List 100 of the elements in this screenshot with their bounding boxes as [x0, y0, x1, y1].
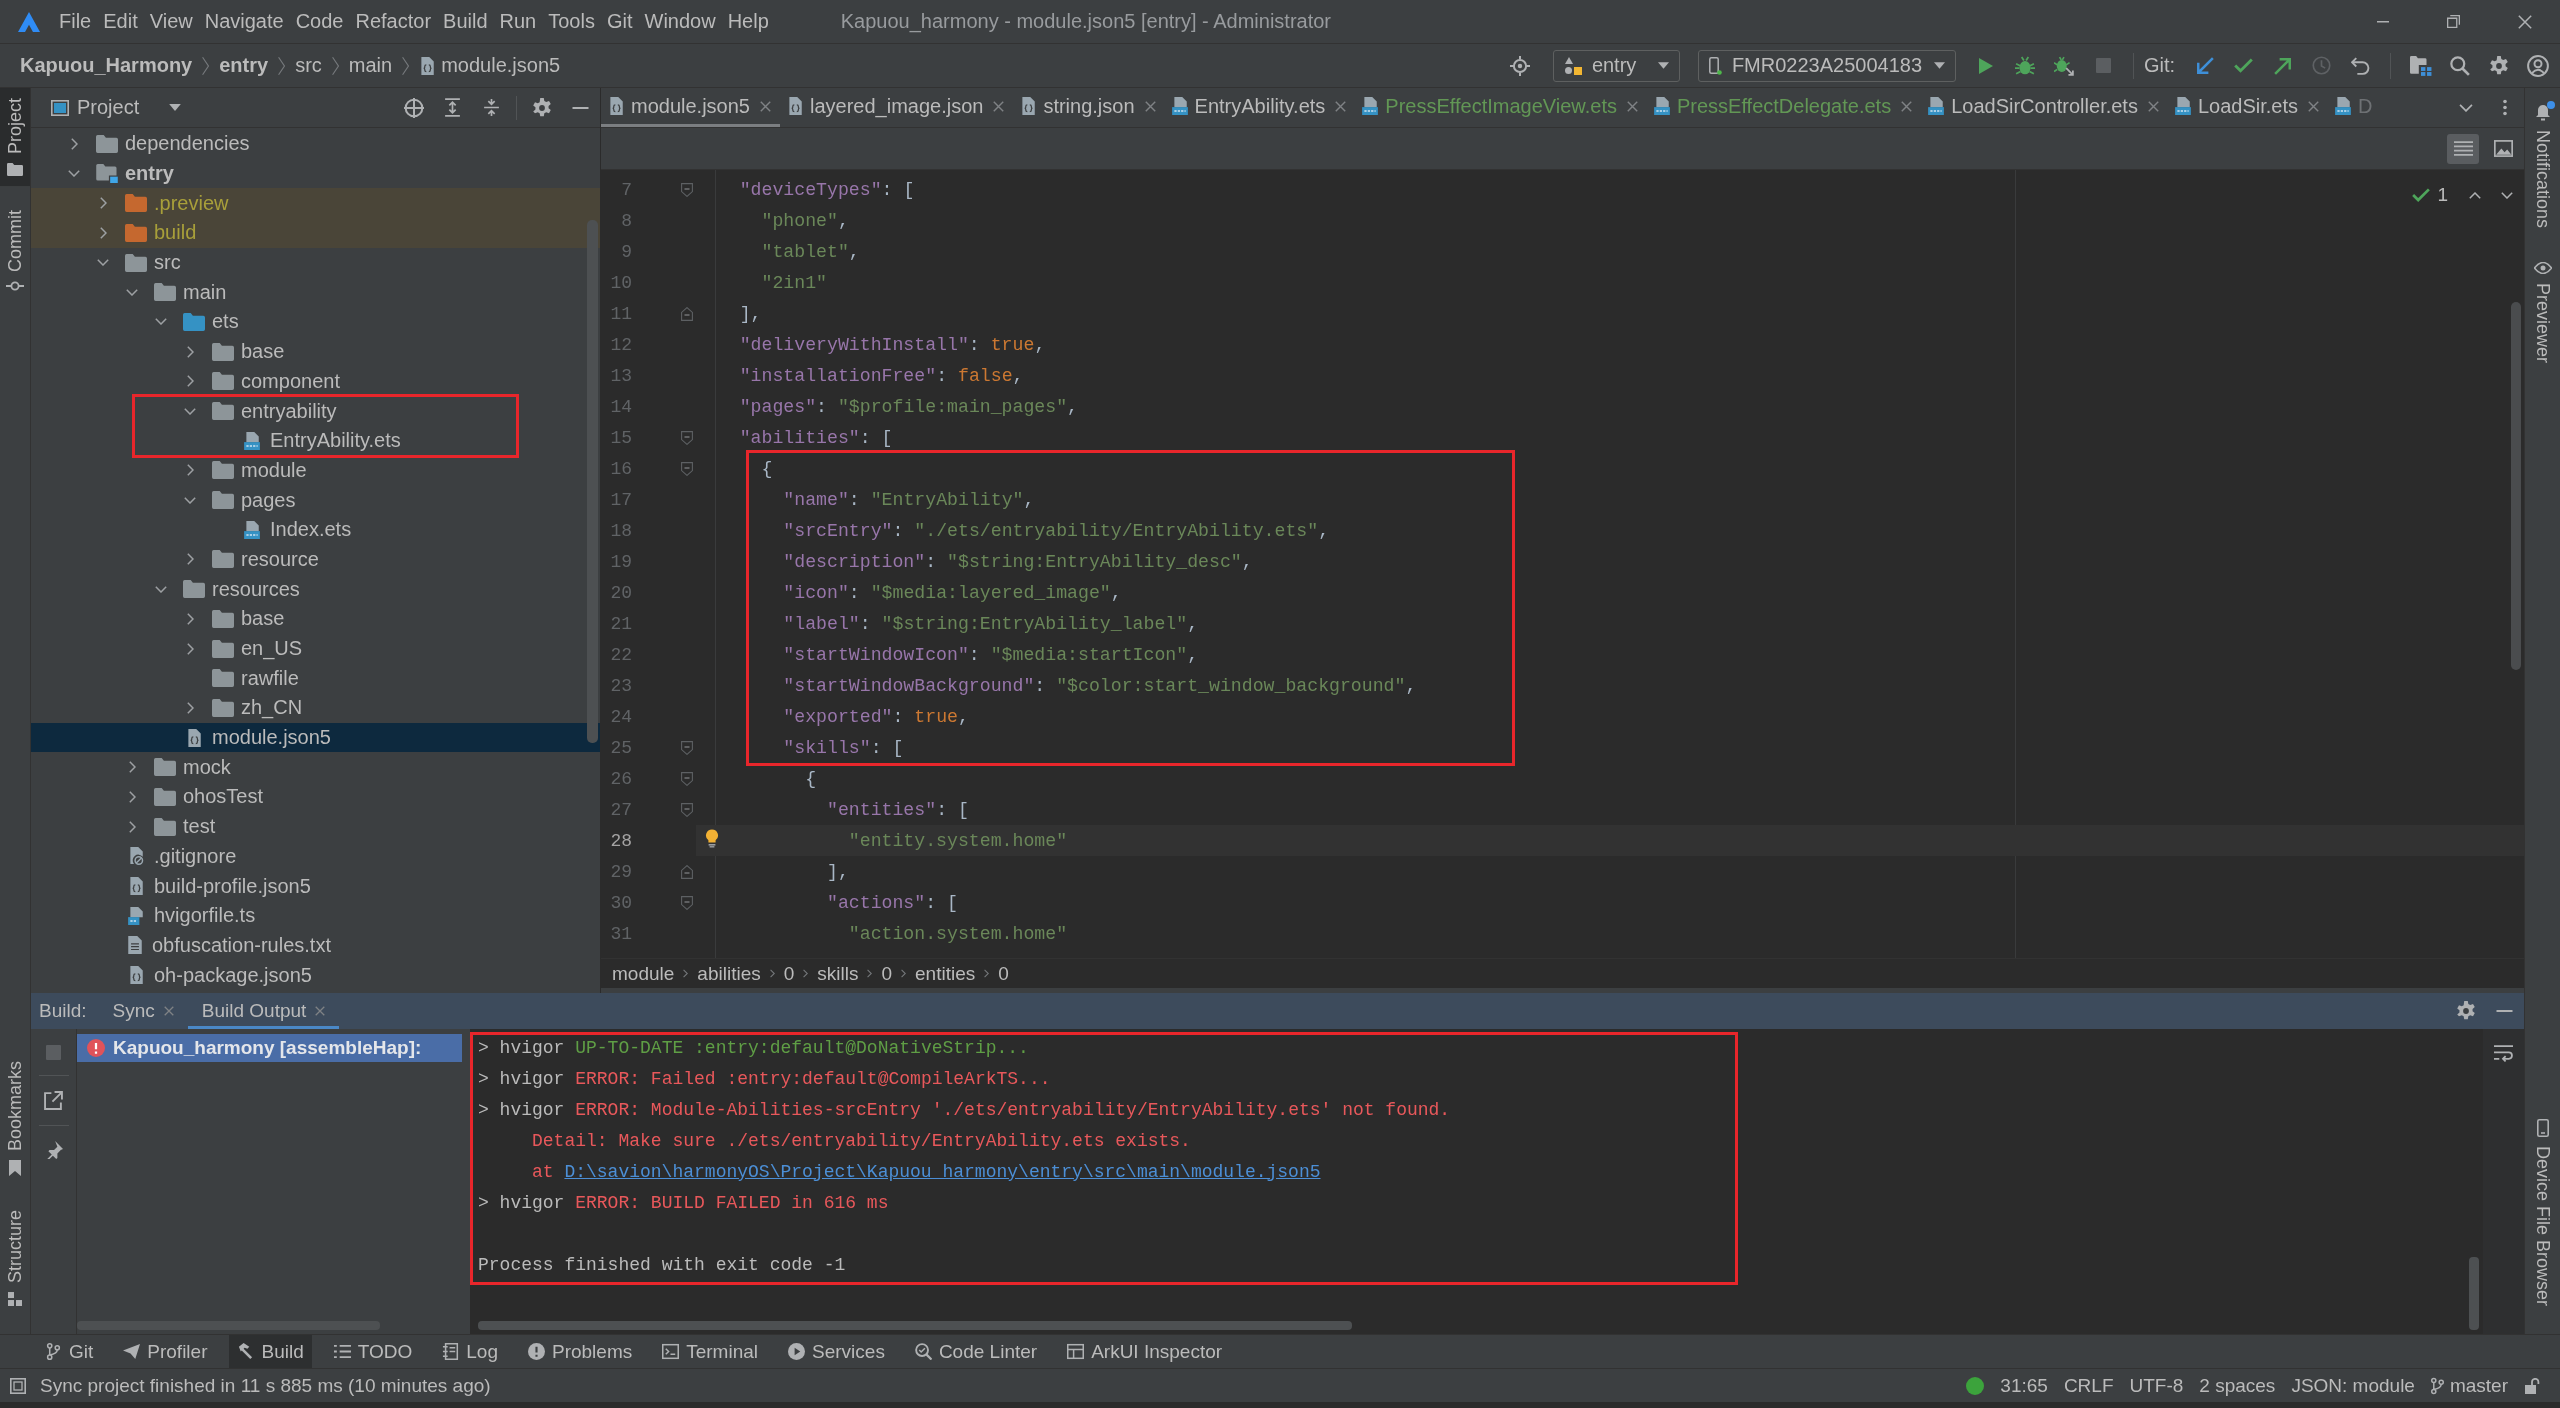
chevron-right-icon[interactable] [187, 375, 194, 388]
chevron-right-icon[interactable] [129, 761, 136, 774]
close-icon[interactable] [2308, 100, 2319, 112]
tree-item[interactable]: entry [31, 158, 600, 189]
lightbulb-icon[interactable] [705, 829, 719, 848]
close-icon[interactable] [1901, 100, 1913, 112]
tree-item[interactable]: base [31, 604, 600, 634]
build-tree-item[interactable]: Kapuou_harmony [assembleHap]: [77, 1034, 462, 1062]
bug-icon[interactable] [2015, 55, 2036, 76]
panel-tab[interactable]: Build Output [187, 993, 340, 1029]
chevron-right-icon[interactable] [129, 790, 136, 803]
breadcrumb[interactable]: module.json5 [419, 54, 561, 77]
tree-item[interactable]: hvigorfile.ts [31, 900, 600, 931]
account-icon[interactable] [2526, 54, 2549, 77]
breadcrumb[interactable]: main [348, 54, 393, 77]
panel-tab[interactable]: Sync [98, 993, 188, 1029]
menu-item[interactable]: Git [600, 10, 639, 33]
settings-icon[interactable] [2488, 55, 2509, 76]
check-icon[interactable] [2234, 58, 2253, 73]
chevron-right-icon[interactable] [100, 197, 107, 210]
breadcrumb[interactable]: module [612, 962, 675, 985]
tool-window-button[interactable]: Log [434, 1335, 506, 1368]
menu-item[interactable]: Run [493, 10, 543, 33]
tree-item[interactable]: EntryAbility.ets [31, 425, 600, 456]
crosshair-icon[interactable] [403, 97, 424, 118]
tool-window-tab[interactable]: Device File Browser [2527, 1108, 2558, 1316]
breadcrumb[interactable]: entry [219, 54, 269, 77]
device-dropdown[interactable]: FMR0223A25004183 [1697, 49, 1956, 82]
menu-item[interactable]: Navigate [198, 10, 290, 33]
fold-icon[interactable] [680, 430, 693, 445]
fold-icon[interactable] [680, 740, 693, 755]
editor-tab[interactable]: PressEffectImageView.ets [1355, 88, 1647, 127]
scrollbar-thumb[interactable] [587, 220, 598, 743]
more-icon[interactable] [2502, 99, 2507, 116]
bug-arrow-icon[interactable] [2054, 55, 2075, 76]
editor-tab[interactable]: string.json [1013, 88, 1165, 127]
tree-item[interactable]: build-profile.json5 [31, 871, 600, 901]
tree-item[interactable]: rawfile [31, 663, 600, 694]
editor-tab[interactable]: layered_image.json [779, 88, 1014, 127]
scrollbar-thumb[interactable] [77, 1321, 380, 1330]
tool-window-tab[interactable]: Structure [0, 1199, 30, 1316]
scrollbar-thumb[interactable] [2511, 302, 2521, 670]
settings-icon[interactable] [2455, 1001, 2476, 1021]
fold-icon[interactable] [680, 802, 693, 817]
menu-item[interactable]: View [143, 10, 199, 33]
restore-icon[interactable] [2447, 15, 2460, 28]
breadcrumb[interactable]: 0 [881, 962, 893, 985]
undo-icon[interactable] [2351, 56, 2370, 75]
file-link[interactable]: D:\savion\harmonyOS\Project\Kapuou_harmony\entry\src\main\module.json5 [564, 1161, 1321, 1182]
tree-item[interactable]: entryability [31, 396, 600, 426]
menu-item[interactable]: Edit [97, 10, 144, 33]
tree-item[interactable]: .gitignore [31, 841, 600, 872]
tree-item[interactable]: ohosTest [31, 782, 600, 812]
close-icon[interactable] [2517, 14, 2532, 29]
close-icon[interactable] [163, 1006, 174, 1016]
chevron-right-icon[interactable] [187, 553, 194, 566]
chevron-down-icon[interactable] [155, 318, 167, 326]
chevron-right-icon[interactable] [187, 612, 194, 625]
breadcrumb[interactable]: skills [817, 962, 859, 985]
line-separator[interactable]: CRLF [2063, 1374, 2114, 1397]
external-link-icon[interactable] [44, 1091, 63, 1110]
chevron-down-icon[interactable] [2501, 191, 2513, 199]
editor-tab[interactable]: LoadSir.ets [2167, 88, 2328, 127]
close-icon[interactable] [2147, 100, 2159, 112]
tree-item[interactable]: build [31, 218, 600, 248]
chevron-up-icon[interactable] [2469, 191, 2481, 199]
fold-icon[interactable] [680, 306, 693, 321]
tool-window-button[interactable]: Terminal [654, 1335, 767, 1368]
tool-window-button[interactable]: Problems [519, 1335, 641, 1368]
tree-item[interactable]: test [31, 811, 600, 842]
chevron-down-icon[interactable] [184, 496, 196, 504]
tool-window-tab[interactable]: Notifications [2527, 94, 2558, 239]
chevron-down-icon[interactable] [97, 259, 109, 267]
tree-item[interactable]: ets [31, 307, 600, 337]
tree-item[interactable]: Index.ets [31, 514, 600, 545]
breadcrumb[interactable]: Kapuou_Harmony [20, 54, 193, 77]
tool-window-tab[interactable]: Project [0, 88, 30, 187]
lock-icon[interactable] [2524, 1377, 2540, 1394]
menu-item[interactable]: Help [721, 10, 775, 33]
target-icon[interactable] [1510, 55, 1531, 76]
tool-window-button[interactable]: ArkUI Inspector [1059, 1335, 1231, 1368]
tree-item[interactable]: dependencies [31, 129, 600, 159]
view-toggle[interactable] [2447, 133, 2479, 164]
chevron-right-icon[interactable] [187, 701, 194, 714]
chevron-down-icon[interactable] [2458, 103, 2473, 112]
tree-item[interactable]: mock [31, 752, 600, 783]
settings-icon[interactable] [531, 97, 552, 118]
file-type[interactable]: JSON: module [2291, 1374, 2415, 1397]
tool-window-tab[interactable]: Previewer [2527, 252, 2558, 374]
run-config-dropdown[interactable]: entry [1552, 49, 1680, 82]
chevron-right-icon[interactable] [129, 820, 136, 833]
tool-window-button[interactable]: Profiler [115, 1335, 216, 1368]
tree-item[interactable]: base [31, 336, 600, 367]
menu-item[interactable]: Code [289, 10, 350, 33]
arrow-down-left-icon[interactable] [2195, 56, 2214, 75]
chevron-right-icon[interactable] [187, 345, 194, 358]
editor-tab[interactable]: EntryAbility.ets [1164, 88, 1356, 127]
menu-item[interactable]: File [53, 10, 98, 33]
fold-icon[interactable] [680, 895, 693, 910]
fold-icon[interactable] [680, 461, 693, 476]
